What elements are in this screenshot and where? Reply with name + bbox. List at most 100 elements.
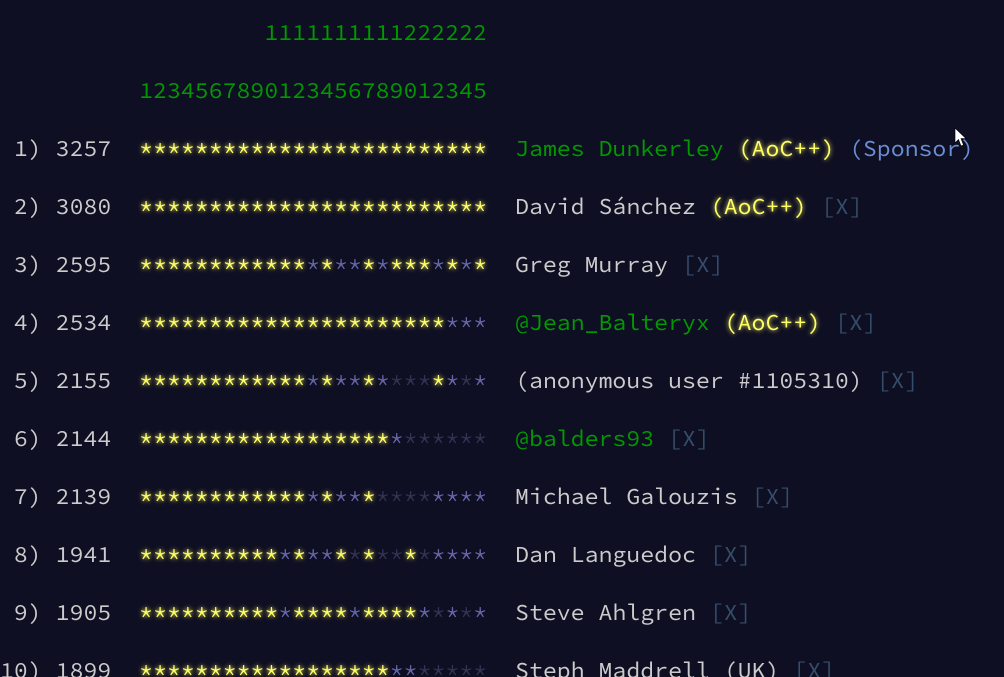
star-icon: * [251,308,265,337]
star-icon: * [264,598,278,627]
star-icon: * [209,424,223,453]
leaderboard-row: 8) 1941 ************************* Dan La… [0,540,1004,569]
remove-button[interactable]: [X] [821,192,863,221]
remove-button[interactable]: [X] [835,308,877,337]
user-name: Dan Languedoc [515,540,696,569]
star-icon: * [223,366,237,395]
star-icon: * [167,250,181,279]
star-icon: * [278,424,292,453]
star-icon: * [418,424,432,453]
star-icon: * [306,250,320,279]
star-icon: * [432,656,446,677]
user-name: (anonymous user #1105310) [515,366,863,395]
star-icon: * [264,482,278,511]
remove-button[interactable]: [X] [710,540,752,569]
star-icon: * [459,598,473,627]
star-icon: * [167,134,181,163]
user-name: David Sánchez [515,192,696,221]
star-icon: * [348,540,362,569]
star-icon: * [278,482,292,511]
aocpp-badge[interactable]: (AoC++) [724,308,821,337]
star-icon: * [139,250,153,279]
star-icon: * [418,192,432,221]
star-icon: * [278,308,292,337]
aocpp-badge[interactable]: (AoC++) [710,192,807,221]
star-icon: * [362,250,376,279]
star-icon: * [404,656,418,677]
remove-button[interactable]: [X] [877,366,919,395]
rank: 4) [0,308,42,337]
star-icon: * [251,192,265,221]
star-icon: * [153,134,167,163]
star-icon: * [264,366,278,395]
user-name[interactable]: @Jean_Balteryx [515,308,710,337]
star-icon: * [473,424,487,453]
star-icon: * [306,424,320,453]
star-icon: * [181,308,195,337]
star-icon: * [264,250,278,279]
remove-button[interactable]: [X] [682,250,724,279]
sponsor-badge[interactable]: (Sponsor) [849,134,974,163]
star-icon: * [237,540,251,569]
star-icon: * [209,308,223,337]
star-icon: * [306,598,320,627]
remove-button[interactable]: [X] [668,424,710,453]
star-icon: * [181,656,195,677]
star-icon: * [181,134,195,163]
leaderboard-row: 4) 2534 ************************* @Jean_… [0,308,1004,337]
star-icon: * [404,250,418,279]
aocpp-badge[interactable]: (AoC++) [738,134,835,163]
star-icon: * [223,656,237,677]
star-icon: * [432,134,446,163]
star-icon: * [473,250,487,279]
star-icon: * [418,598,432,627]
star-icon: * [376,424,390,453]
star-icon: * [473,598,487,627]
user-name[interactable]: @balders93 [515,424,654,453]
user-name: Greg Murray [515,250,668,279]
remove-button[interactable]: [X] [752,482,794,511]
star-icon: * [209,656,223,677]
star-icon: * [139,366,153,395]
star-icon: * [376,308,390,337]
star-icon: * [251,598,265,627]
star-icon: * [348,656,362,677]
star-icon: * [167,482,181,511]
score: 2534 [56,308,112,337]
star-icon: * [334,656,348,677]
star-icon: * [167,308,181,337]
rank: 5) [0,366,42,395]
star-icon: * [348,250,362,279]
star-icon: * [459,424,473,453]
star-icon: * [459,192,473,221]
star-icon: * [334,308,348,337]
star-icon: * [181,482,195,511]
star-icon: * [306,540,320,569]
star-icon: * [348,134,362,163]
score: 1941 [56,540,112,569]
star-icon: * [459,656,473,677]
star-icon: * [181,366,195,395]
leaderboard-row: 7) 2139 ************************* Michae… [0,482,1004,511]
star-icon: * [348,308,362,337]
star-icon: * [473,192,487,221]
star-icon: * [139,424,153,453]
leaderboard-row: 10) 1899 ************************* Steph… [0,656,1004,677]
star-icon: * [418,250,432,279]
star-icon: * [362,656,376,677]
star-icon: * [376,134,390,163]
user-name[interactable]: James Dunkerley [515,134,724,163]
star-icon: * [445,308,459,337]
star-icon: * [306,366,320,395]
remove-button[interactable]: [X] [793,656,835,677]
star-icon: * [292,656,306,677]
star-icon: * [195,424,209,453]
star-icon: * [390,540,404,569]
leaderboard-row: 1) 3257 ************************* James … [0,134,1004,163]
star-icon: * [223,250,237,279]
star-icon: * [404,540,418,569]
star-icon: * [209,192,223,221]
star-icon: * [167,192,181,221]
star-icon: * [334,250,348,279]
remove-button[interactable]: [X] [710,598,752,627]
